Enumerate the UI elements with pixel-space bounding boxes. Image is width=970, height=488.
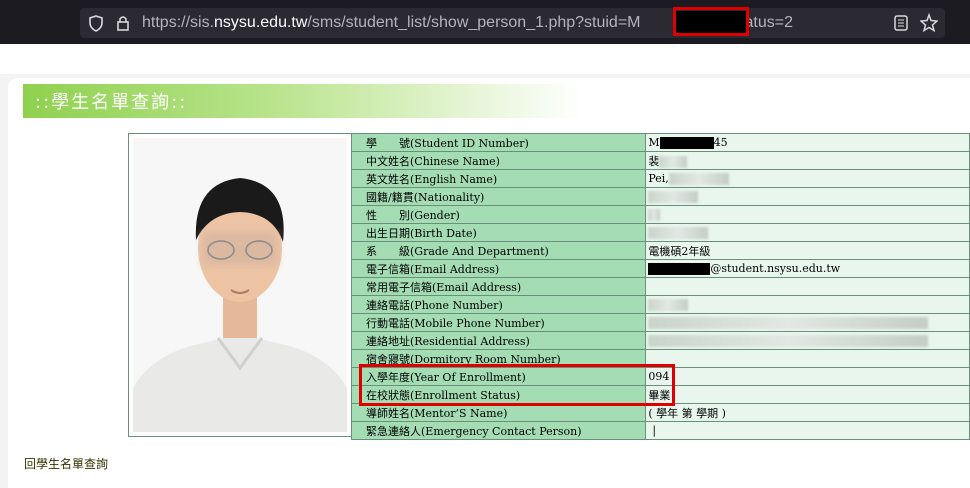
address-bar[interactable]: https://sis.nsysu.edu.tw/sms/student_lis… (80, 8, 945, 38)
blurred-value (648, 317, 929, 329)
table-row: 電子信箱(Email Address) @student.nsysu.edu.t… (350, 259, 970, 278)
field-label: 中文姓名(Chinese Name) (350, 151, 647, 170)
blurred-value (648, 209, 661, 221)
blurred-value (659, 155, 688, 168)
table-row: 出生日期(Birth Date) (350, 223, 970, 242)
blurred-value (648, 299, 689, 311)
field-label: 常用電子信箱(Email Address) (350, 277, 647, 296)
field-label: 英文姓名(English Name) (350, 169, 647, 188)
field-value (645, 313, 970, 332)
lock-icon[interactable] (116, 8, 130, 48)
table-row: 英文姓名(English Name) Pei, (350, 169, 970, 188)
field-value (645, 223, 970, 242)
page-title: ::學生名單查詢:: (35, 92, 188, 113)
field-value (645, 295, 970, 314)
field-label: 緊急連絡人(Emergency Contact Person) (350, 421, 647, 440)
field-value (645, 187, 970, 206)
title-banner: ::學生名單查詢:: (23, 84, 583, 118)
table-row: 行動電話(Mobile Phone Number) (350, 313, 970, 332)
field-label: 出生日期(Birth Date) (350, 223, 647, 242)
page-top-margin (0, 44, 970, 74)
value-prefix: M (648, 136, 660, 149)
field-label: 連絡電話(Phone Number) (350, 295, 647, 314)
field-value (645, 205, 970, 224)
field-value: Pei, (645, 169, 970, 188)
back-to-list-link[interactable]: 回學生名單查詢 (24, 455, 108, 472)
field-label: 學 號(Student ID Number) (350, 133, 647, 152)
field-value (645, 349, 970, 368)
browser-toolbar: https://sis.nsysu.edu.tw/sms/student_lis… (0, 0, 970, 44)
table-row: 導師姓名(Mentor’S Name) ( 學年 第 學期 ) (350, 403, 970, 422)
redaction-box (648, 263, 711, 275)
field-label: 行動電話(Mobile Phone Number) (350, 313, 647, 332)
bookmark-star-icon[interactable] (919, 8, 939, 48)
field-value (645, 277, 970, 296)
field-value: 畢業 (645, 385, 970, 404)
field-label: 國籍/籍貫(Nationality) (350, 187, 647, 206)
field-value: 094 (645, 367, 970, 386)
url-host: nsysu.edu.tw (214, 14, 308, 31)
table-row: 連絡電話(Phone Number) (350, 295, 970, 314)
url-path-a: /sms/student_list/show_person_1.php?stui… (307, 14, 641, 31)
blurred-value (648, 335, 929, 347)
table-row: 中文姓名(Chinese Name) 裴 (350, 151, 970, 170)
table-row: 學 號(Student ID Number) M 45 (350, 133, 970, 152)
field-value: M 45 (645, 133, 970, 152)
field-value: 電機碩2年級 (645, 241, 970, 260)
table-row: 系 級(Grade And Department) 電機碩2年級 (350, 241, 970, 260)
redaction-box (659, 137, 714, 149)
table-row: 性 別(Gender) (350, 205, 970, 224)
value-prefix: Pei, (648, 172, 669, 185)
table-row: 緊急連絡人(Emergency Contact Person) | (350, 421, 970, 440)
blurred-value (648, 227, 709, 239)
value-suffix: @student.nsysu.edu.tw (710, 262, 841, 275)
field-label: 性 別(Gender) (350, 205, 647, 224)
status-param-highlight (673, 7, 749, 36)
field-value: | (645, 421, 970, 440)
field-value: 裴 (645, 151, 970, 170)
field-label: 電子信箱(Email Address) (350, 259, 647, 278)
url-prefix: https://sis. (142, 14, 215, 31)
table-row: 常用電子信箱(Email Address) (350, 277, 970, 296)
value-prefix: 裴 (648, 154, 660, 168)
student-photo (133, 138, 347, 432)
blurred-value (648, 191, 699, 203)
table-row: 國籍/籍貫(Nationality) (350, 187, 970, 206)
enrollment-highlight (359, 364, 675, 406)
field-label: 導師姓名(Mentor’S Name) (350, 403, 647, 422)
reader-view-icon[interactable] (893, 8, 909, 48)
field-value: ( 學年 第 學期 ) (645, 403, 970, 422)
student-photo-cell (128, 133, 352, 437)
value-suffix: 45 (713, 136, 728, 149)
field-value: @student.nsysu.edu.tw (645, 259, 970, 278)
field-value (645, 331, 970, 350)
blurred-value (668, 173, 729, 185)
field-label: 系 級(Grade And Department) (350, 241, 647, 260)
field-label: 連絡地址(Residential Address) (350, 331, 647, 350)
table-row: 連絡地址(Residential Address) (350, 331, 970, 350)
shield-icon[interactable] (88, 8, 104, 48)
